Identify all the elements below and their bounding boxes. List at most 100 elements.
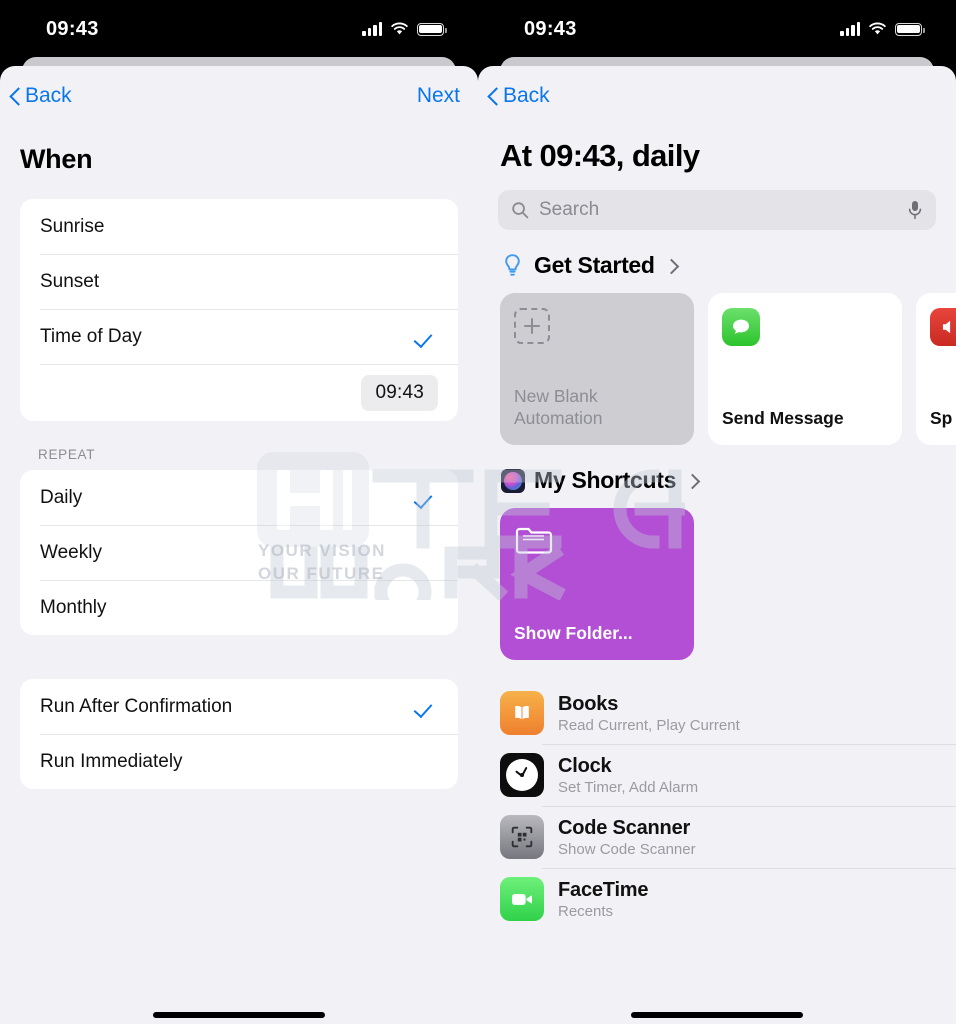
- option-row-sunset[interactable]: Sunset: [20, 254, 458, 309]
- status-time: 09:43: [524, 17, 577, 40]
- left-navbar: Back Next: [0, 66, 478, 126]
- battery-icon: [895, 22, 925, 36]
- section-my-shortcuts-header[interactable]: My Shortcuts: [478, 445, 956, 494]
- next-button[interactable]: Next: [417, 84, 460, 108]
- run-options-group: Run After Confirmation Run Immediately: [20, 679, 458, 789]
- section-header-repeat: REPEAT: [38, 447, 96, 462]
- checkmark-icon: [416, 697, 436, 717]
- option-label: Sunset: [40, 270, 100, 292]
- screenshot-root: 09:43 Back Next When Sunrise Sunset Time…: [0, 0, 956, 1024]
- books-app-icon: [500, 691, 544, 735]
- card-show-folder[interactable]: Show Folder...: [500, 508, 694, 660]
- lightbulb-icon: [500, 252, 525, 279]
- left-phone-panel: 09:43 Back Next When Sunrise Sunset Time…: [0, 0, 478, 1024]
- section-get-started-header[interactable]: Get Started: [478, 230, 956, 279]
- app-row-facetime[interactable]: FaceTime Recents: [478, 868, 956, 930]
- cellular-bars-icon: [362, 22, 382, 36]
- card-send-message[interactable]: Send Message: [708, 293, 902, 445]
- home-indicator-right: [631, 1012, 803, 1018]
- app-text-block: Clock Set Timer, Add Alarm: [558, 755, 698, 796]
- trigger-options-group: Sunrise Sunset Time of Day 09:43: [20, 199, 458, 421]
- back-button-left[interactable]: Back: [10, 84, 72, 108]
- folder-icon: [514, 523, 680, 560]
- card-label: New Blank Automation: [514, 386, 603, 429]
- app-name: FaceTime: [558, 878, 649, 901]
- option-label: Daily: [40, 486, 83, 508]
- wifi-icon: [390, 22, 409, 36]
- app-text-block: FaceTime Recents: [558, 878, 649, 920]
- repeat-options-group: Daily Weekly Monthly: [20, 470, 458, 635]
- card-label: Show Folder...: [514, 623, 633, 644]
- microphone-icon[interactable]: [907, 200, 923, 220]
- right-navbar: Back: [478, 66, 956, 126]
- chevron-left-icon: [488, 87, 499, 106]
- app-row-code-scanner[interactable]: Code Scanner Show Code Scanner: [478, 806, 956, 868]
- option-row-daily[interactable]: Daily: [20, 470, 458, 525]
- checkmark-icon: [416, 488, 436, 508]
- messages-app-icon: [722, 308, 760, 346]
- section-title: Get Started: [534, 252, 655, 278]
- right-phone-panel: 09:43 Back At 09:43, daily Search Get St…: [478, 0, 956, 1024]
- back-button-label: Back: [503, 84, 550, 107]
- checkmark-icon: [416, 327, 436, 347]
- app-subtitle: Set Timer, Add Alarm: [558, 778, 699, 796]
- clock-app-icon: [500, 753, 544, 797]
- status-bar-left: 09:43: [0, 0, 478, 58]
- app-subtitle: Read Current, Play Current: [558, 716, 740, 734]
- app-name: Code Scanner: [558, 816, 691, 839]
- shortcuts-app-icon: [500, 467, 525, 494]
- status-icons: [840, 22, 925, 36]
- option-label: Time of Day: [40, 325, 142, 347]
- app-row-books[interactable]: Books Read Current, Play Current: [478, 682, 956, 744]
- home-indicator-left: [153, 1012, 325, 1018]
- chevron-right-icon: [687, 473, 697, 489]
- option-row-time-of-day[interactable]: Time of Day: [20, 309, 458, 364]
- dashed-plus-icon: [514, 308, 550, 344]
- speaker-app-icon: [930, 308, 956, 346]
- app-row-clock[interactable]: Clock Set Timer, Add Alarm: [478, 744, 956, 806]
- option-label: Monthly: [40, 596, 107, 618]
- back-button-right[interactable]: Back: [488, 84, 550, 108]
- card-speak-text[interactable]: Sp: [916, 293, 956, 445]
- card-label: Sp: [930, 408, 953, 429]
- chevron-right-icon: [666, 258, 676, 274]
- option-label: Run After Confirmation: [40, 695, 233, 717]
- option-row-weekly[interactable]: Weekly: [20, 525, 458, 580]
- option-row-monthly[interactable]: Monthly: [20, 580, 458, 635]
- left-sheet: Back Next When Sunrise Sunset Time of Da…: [0, 66, 478, 1024]
- right-sheet: Back At 09:43, daily Search Get Started …: [478, 66, 956, 1024]
- card-new-blank-automation[interactable]: New Blank Automation: [500, 293, 694, 445]
- app-name: Clock: [558, 754, 612, 777]
- status-bar-right: 09:43: [478, 0, 956, 58]
- app-subtitle: Show Code Scanner: [558, 840, 696, 858]
- app-suggestions-list: Books Read Current, Play Current Clock S…: [478, 682, 956, 930]
- wifi-icon: [868, 22, 887, 36]
- app-text-block: Books Read Current, Play Current: [558, 693, 740, 734]
- time-value-chip[interactable]: 09:43: [361, 374, 438, 411]
- section-title: My Shortcuts: [534, 467, 677, 493]
- chevron-left-icon: [10, 87, 21, 106]
- search-input[interactable]: Search: [498, 190, 936, 230]
- time-picker-row[interactable]: 09:43: [20, 364, 458, 421]
- cellular-bars-icon: [840, 22, 860, 36]
- app-subtitle: Recents: [558, 902, 614, 920]
- option-label: Sunrise: [40, 215, 105, 237]
- status-icons: [362, 22, 447, 36]
- code-scanner-app-icon: [500, 815, 544, 859]
- option-row-run-immediately[interactable]: Run Immediately: [20, 734, 458, 789]
- get-started-card-scroller[interactable]: New Blank Automation Send Message Sp: [478, 279, 956, 445]
- option-label: Run Immediately: [40, 750, 183, 772]
- search-icon: [511, 201, 529, 219]
- status-time: 09:43: [46, 17, 99, 40]
- page-title-when: When: [20, 144, 93, 174]
- app-name: Books: [558, 692, 619, 715]
- app-text-block: Code Scanner Show Code Scanner: [558, 817, 696, 858]
- option-row-sunrise[interactable]: Sunrise: [20, 199, 458, 254]
- facetime-app-icon: [500, 877, 544, 921]
- option-row-run-after-confirmation[interactable]: Run After Confirmation: [20, 679, 458, 734]
- automation-title: At 09:43, daily: [500, 138, 700, 173]
- back-button-label: Back: [25, 84, 72, 107]
- battery-icon: [417, 22, 447, 36]
- card-label: Send Message: [722, 408, 844, 429]
- search-placeholder: Search: [539, 199, 600, 220]
